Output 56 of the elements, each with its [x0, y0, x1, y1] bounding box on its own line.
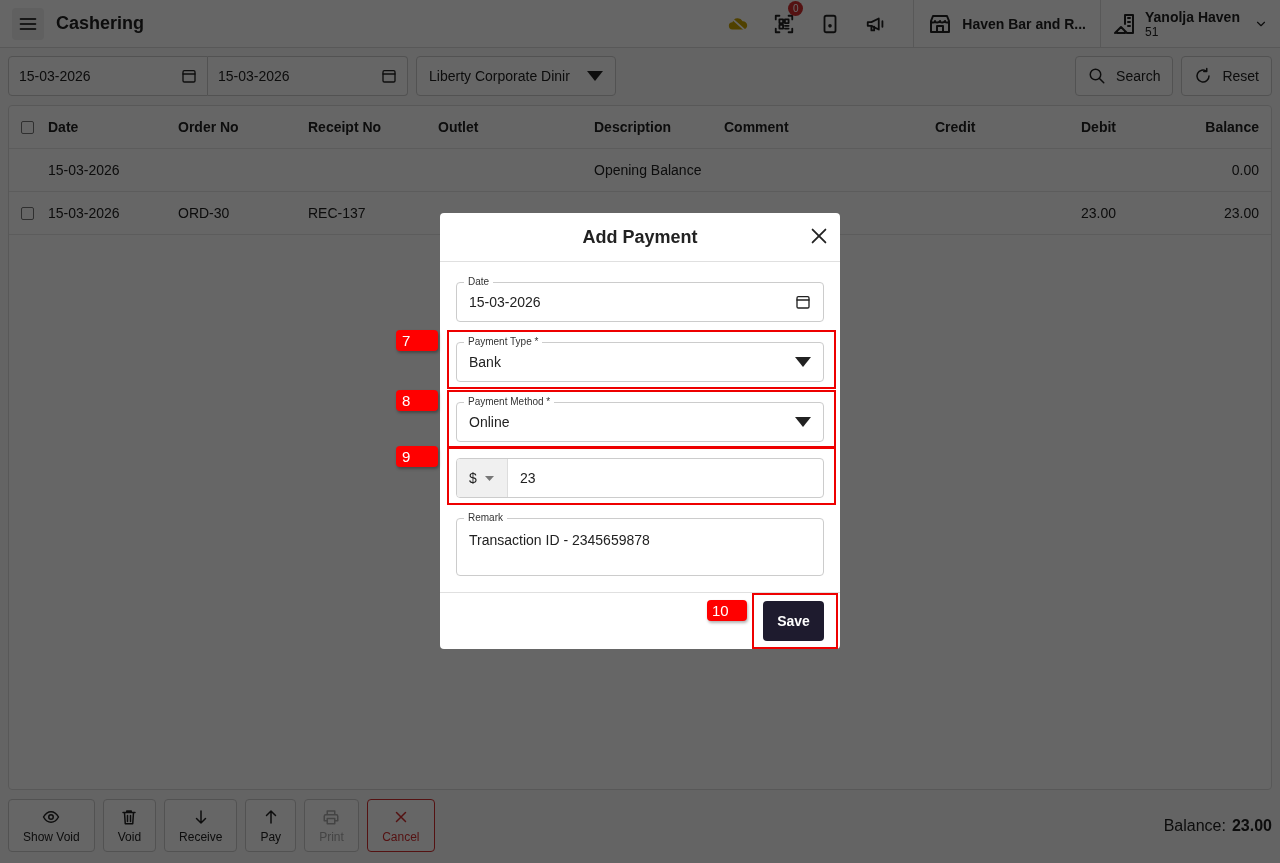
save-button[interactable]: Save: [763, 601, 824, 641]
dropdown-caret-icon: [795, 417, 811, 427]
property-number: 51: [1145, 24, 1159, 39]
table-cell-text: Opening Balance: [594, 162, 703, 178]
column-header: Balance: [1204, 119, 1259, 135]
action-button[interactable]: Cancel: [366, 799, 435, 852]
column-header: Order No: [178, 119, 240, 135]
column-header: Receipt No: [308, 119, 383, 135]
table-cell-text: 23.00: [1222, 205, 1259, 221]
calendar-icon: [795, 294, 811, 310]
action-button[interactable]: Void: [102, 799, 157, 852]
column-header: Comment: [724, 119, 790, 135]
table-cell-text: 15-03-2026: [48, 162, 121, 178]
column-header: Date: [48, 119, 80, 135]
menu-button[interactable]: [12, 7, 44, 40]
balance-label: Balance:: [1163, 816, 1226, 835]
printer-icon: [322, 807, 341, 826]
trash-icon: [120, 807, 139, 826]
select-all-checkbox[interactable]: [21, 120, 34, 134]
dropdown-caret-icon: [795, 357, 811, 367]
step-marker: 10: [707, 600, 747, 621]
action-button[interactable]: Pay: [245, 799, 297, 852]
reset-button[interactable]: Reset: [1181, 56, 1272, 96]
qr-button[interactable]: [773, 12, 796, 35]
refresh-icon: [1194, 67, 1213, 85]
step-marker: 7: [396, 330, 438, 351]
outlet-selector[interactable]: Haven Bar and R...: [913, 0, 1100, 48]
column-header: Debit: [1080, 119, 1116, 135]
table-cell-text: ORD-30: [178, 205, 231, 221]
table-cell-text: 23.00: [1079, 205, 1116, 221]
column-header: Description: [594, 119, 672, 135]
dialog-title: Add Payment: [582, 226, 698, 248]
balance-value: 23.00: [1231, 816, 1272, 835]
calendar-icon: [181, 68, 197, 84]
column-header: Credit: [935, 119, 977, 135]
calendar-icon: [381, 68, 397, 84]
table-cell-text: REC-137: [308, 205, 367, 221]
dropdown-caret-icon: [587, 71, 603, 81]
search-button[interactable]: Search: [1075, 56, 1174, 96]
property-name: Yanolja Haven: [1145, 8, 1241, 25]
page-title: Cashering: [56, 13, 146, 34]
customer-dropdown[interactable]: Liberty Corporate Dinir: [416, 56, 616, 96]
action-button[interactable]: Receive: [164, 799, 238, 852]
qr-code-icon: [773, 12, 796, 35]
to-date-field[interactable]: 15-03-2026: [208, 56, 408, 96]
search-icon: [1088, 67, 1107, 85]
step-marker: 9: [396, 446, 438, 467]
table-cell-text: 15-03-2026: [48, 205, 121, 221]
buildings-icon: [1113, 11, 1137, 36]
notification-badge: 0: [788, 0, 804, 16]
table-cell-text: 0.00: [1230, 162, 1259, 178]
step-marker: 8: [396, 390, 438, 411]
row-checkbox[interactable]: [21, 206, 34, 220]
action-button[interactable]: Show Void: [8, 799, 95, 852]
from-date-field[interactable]: 15-03-2026: [8, 56, 208, 96]
column-header: Outlet: [438, 119, 480, 135]
